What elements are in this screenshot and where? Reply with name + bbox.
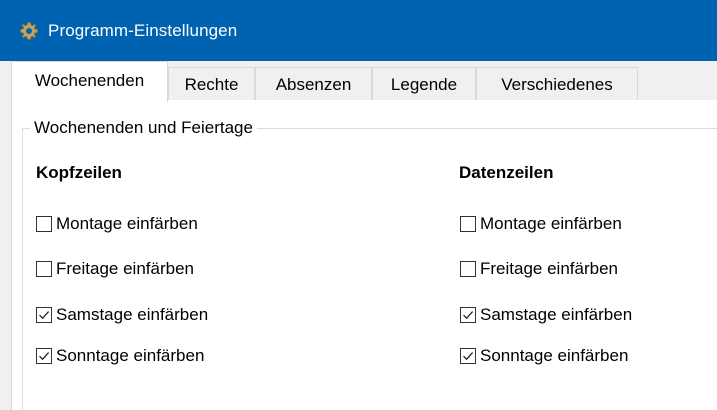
tab-absenzen[interactable]: Absenzen	[255, 67, 372, 100]
checkbox-unchecked[interactable]	[460, 216, 476, 232]
checkbox-unchecked[interactable]	[460, 261, 476, 277]
tab-legende[interactable]: Legende	[372, 67, 476, 100]
checkbox-label: Sonntage einfärben	[480, 346, 629, 365]
checkmark-icon	[463, 352, 474, 361]
data-monday-checkbox[interactable]: Montage einfärben	[460, 212, 622, 236]
checkbox-checked[interactable]	[36, 307, 52, 323]
checkbox-label: Montage einfärben	[480, 214, 622, 233]
header-friday-checkbox[interactable]: Freitage einfärben	[36, 257, 194, 281]
checkmark-icon	[39, 311, 50, 320]
checkbox-label: Sonntage einfärben	[56, 346, 205, 365]
checkmark-icon	[463, 311, 474, 320]
checkbox-label: Freitage einfärben	[480, 259, 618, 278]
header-monday-checkbox[interactable]: Montage einfärben	[36, 212, 198, 236]
checkbox-label: Freitage einfärben	[56, 259, 194, 278]
checkmark-icon	[39, 352, 50, 361]
title-bar[interactable]: Programm-Einstellungen	[0, 0, 717, 61]
header-saturday-checkbox[interactable]: Samstage einfärben	[36, 303, 208, 327]
checkbox-label: Samstage einfärben	[56, 305, 209, 324]
tab-content-panel: Wochenenden und Feiertage Kopfzeilen Mon…	[11, 100, 717, 410]
checkbox-unchecked[interactable]	[36, 216, 52, 232]
window-title: Programm-Einstellungen	[48, 20, 238, 40]
data-sunday-checkbox[interactable]: Sonntage einfärben	[460, 344, 628, 368]
tab-wochenenden[interactable]: Wochenenden	[11, 61, 168, 102]
settings-window: Programm-Einstellungen Wochenenden Recht…	[0, 0, 717, 410]
groupbox-legend: Wochenenden und Feiertage	[30, 117, 257, 139]
checkbox-checked[interactable]	[36, 348, 52, 364]
data-saturday-checkbox[interactable]: Samstage einfärben	[460, 303, 632, 327]
tab-rechte[interactable]: Rechte	[168, 67, 255, 100]
checkbox-checked[interactable]	[460, 307, 476, 323]
data-friday-checkbox[interactable]: Freitage einfärben	[460, 257, 618, 281]
header-rows-title: Kopfzeilen	[36, 163, 122, 182]
checkbox-checked[interactable]	[460, 348, 476, 364]
header-sunday-checkbox[interactable]: Sonntage einfärben	[36, 344, 204, 368]
data-rows-title: Datenzeilen	[459, 163, 554, 182]
checkbox-label: Samstage einfärben	[480, 305, 633, 324]
checkbox-unchecked[interactable]	[36, 261, 52, 277]
checkbox-label: Montage einfärben	[56, 214, 198, 233]
tab-verschiedenes[interactable]: Verschiedenes	[476, 67, 638, 100]
tab-strip: Wochenenden Rechte Absenzen Legende Vers…	[11, 61, 717, 102]
gear-icon	[19, 21, 39, 41]
